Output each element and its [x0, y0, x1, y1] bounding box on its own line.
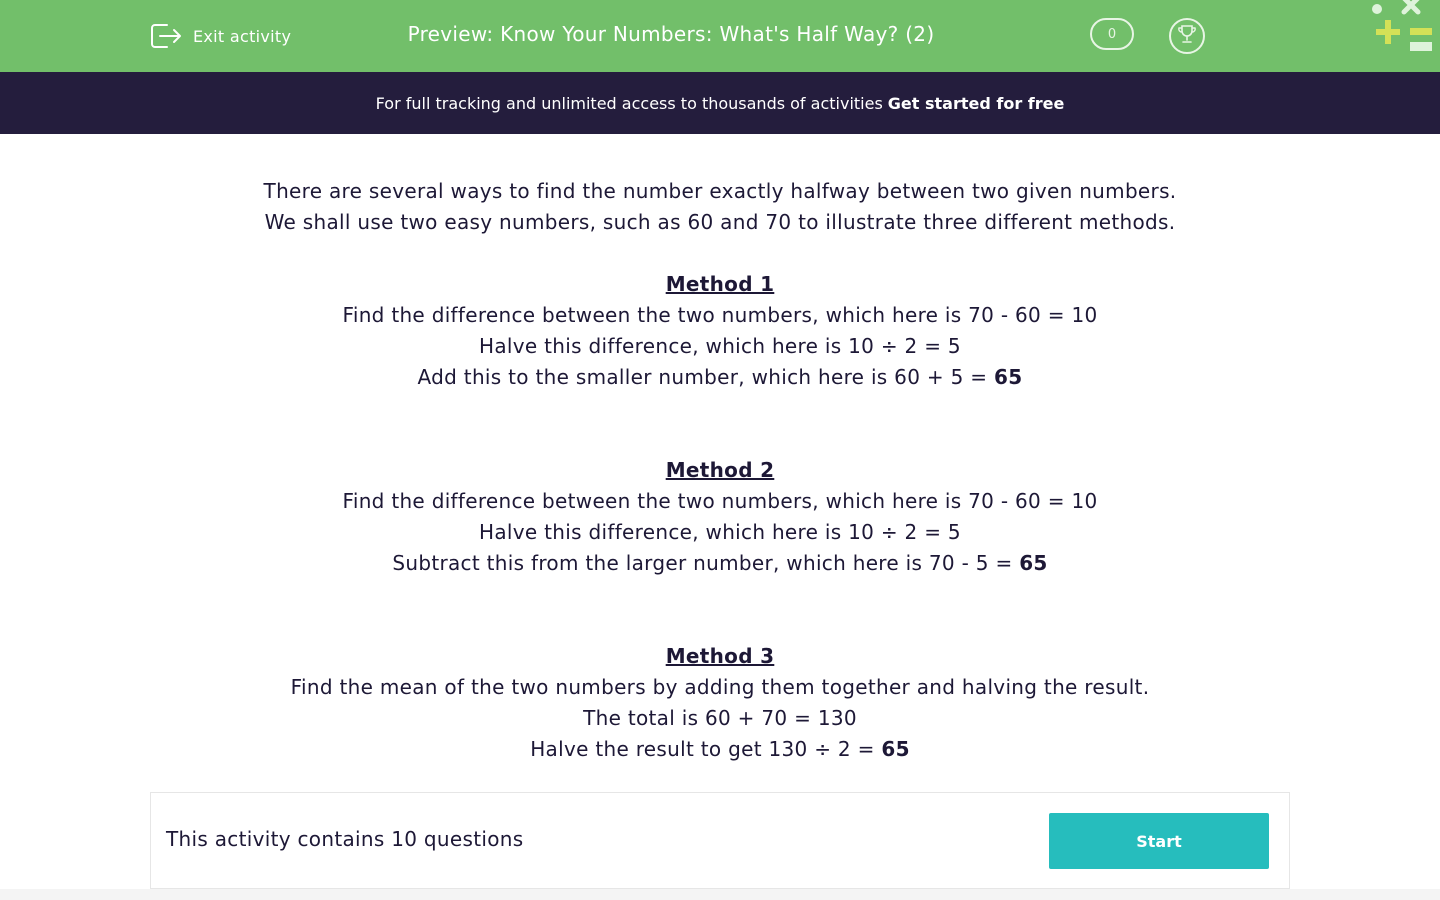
- method-1-step: Find the difference between the two numb…: [342, 303, 1098, 327]
- activity-footer: This activity contains 10 questions Star…: [150, 792, 1290, 889]
- method-3-step: The total is 60 + 70 = 130: [583, 706, 857, 730]
- trophy-icon: [1176, 23, 1198, 49]
- exit-activity-label: Exit activity: [193, 26, 292, 46]
- method-1-step: Halve this difference, which here is 10 …: [479, 334, 961, 358]
- trophy-button[interactable]: [1169, 18, 1205, 54]
- page-title: Preview: Know Your Numbers: What's Half …: [407, 22, 935, 46]
- question-count: This activity contains 10 questions: [166, 827, 524, 851]
- exit-activity-button[interactable]: Exit activity: [149, 20, 291, 52]
- method-1-title: Method 1: [665, 272, 775, 296]
- start-button[interactable]: Start: [1049, 813, 1269, 869]
- method-2-result: 65: [1019, 551, 1048, 575]
- promo-banner: For full tracking and unlimited access t…: [0, 72, 1440, 134]
- promo-text: For full tracking and unlimited access t…: [375, 93, 883, 113]
- method-2-step: Find the difference between the two numb…: [342, 489, 1098, 513]
- method-3-title: Method 3: [665, 644, 775, 668]
- bottom-strip: [0, 889, 1440, 900]
- method-2-final-step: Subtract this from the larger number, wh…: [392, 551, 1048, 575]
- method-3-step: Find the mean of the two numbers by addi…: [290, 675, 1150, 699]
- method-1-result: 65: [994, 365, 1023, 389]
- method-1-final-step: Add this to the smaller number, which he…: [417, 365, 1023, 389]
- score-badge: 0: [1090, 18, 1134, 50]
- activity-intro: There are several ways to find the numbe…: [150, 176, 1290, 765]
- method-3-result: 65: [881, 737, 910, 761]
- get-started-link[interactable]: Get started for free: [888, 94, 1065, 113]
- exit-icon: [149, 21, 183, 51]
- intro-line: There are several ways to find the numbe…: [263, 179, 1177, 203]
- top-bar: Exit activity Preview: Know Your Numbers…: [0, 0, 1440, 72]
- intro-line: We shall use two easy numbers, such as 6…: [264, 210, 1176, 234]
- method-3-final-step: Halve the result to get 130 ÷ 2 = 65: [530, 737, 910, 761]
- method-2-title: Method 2: [665, 458, 775, 482]
- method-2-step: Halve this difference, which here is 10 …: [479, 520, 961, 544]
- logo-mark: [1368, 0, 1440, 58]
